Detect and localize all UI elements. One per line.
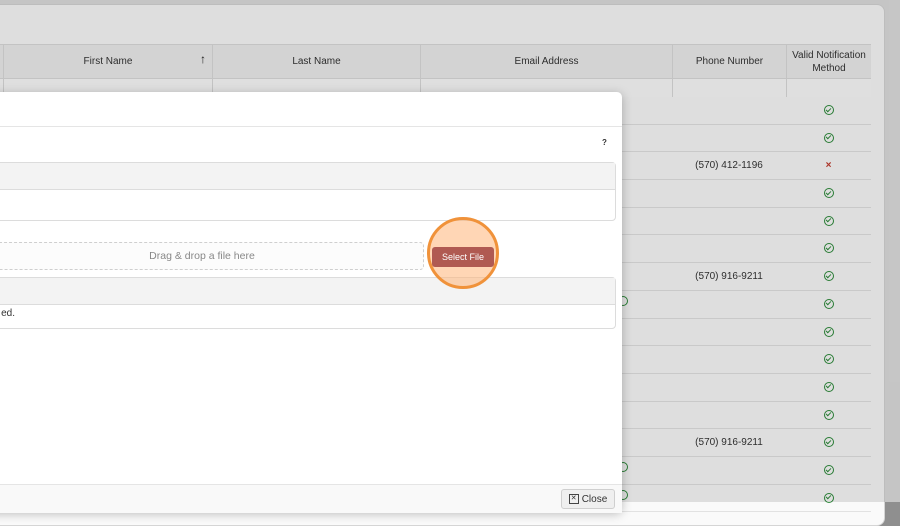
help-icon[interactable]: ? <box>602 138 607 147</box>
file-dropzone[interactable]: Drag & drop a file here <box>0 242 424 270</box>
close-button[interactable]: ✕ Close <box>561 489 615 509</box>
instructions-panel <box>0 162 616 221</box>
select-file-button[interactable]: Select File <box>432 247 494 267</box>
results-text: ed. <box>1 308 15 319</box>
close-icon: ✕ <box>568 494 579 504</box>
modal-footer: ✕ Close <box>0 484 622 513</box>
import-modal: ? Drag & drop a file here ed. ✕ Close <box>0 92 622 513</box>
instructions-panel-header <box>0 163 615 190</box>
results-panel: ed. <box>0 277 616 329</box>
results-panel-header <box>0 278 615 305</box>
modal-header <box>0 92 622 127</box>
